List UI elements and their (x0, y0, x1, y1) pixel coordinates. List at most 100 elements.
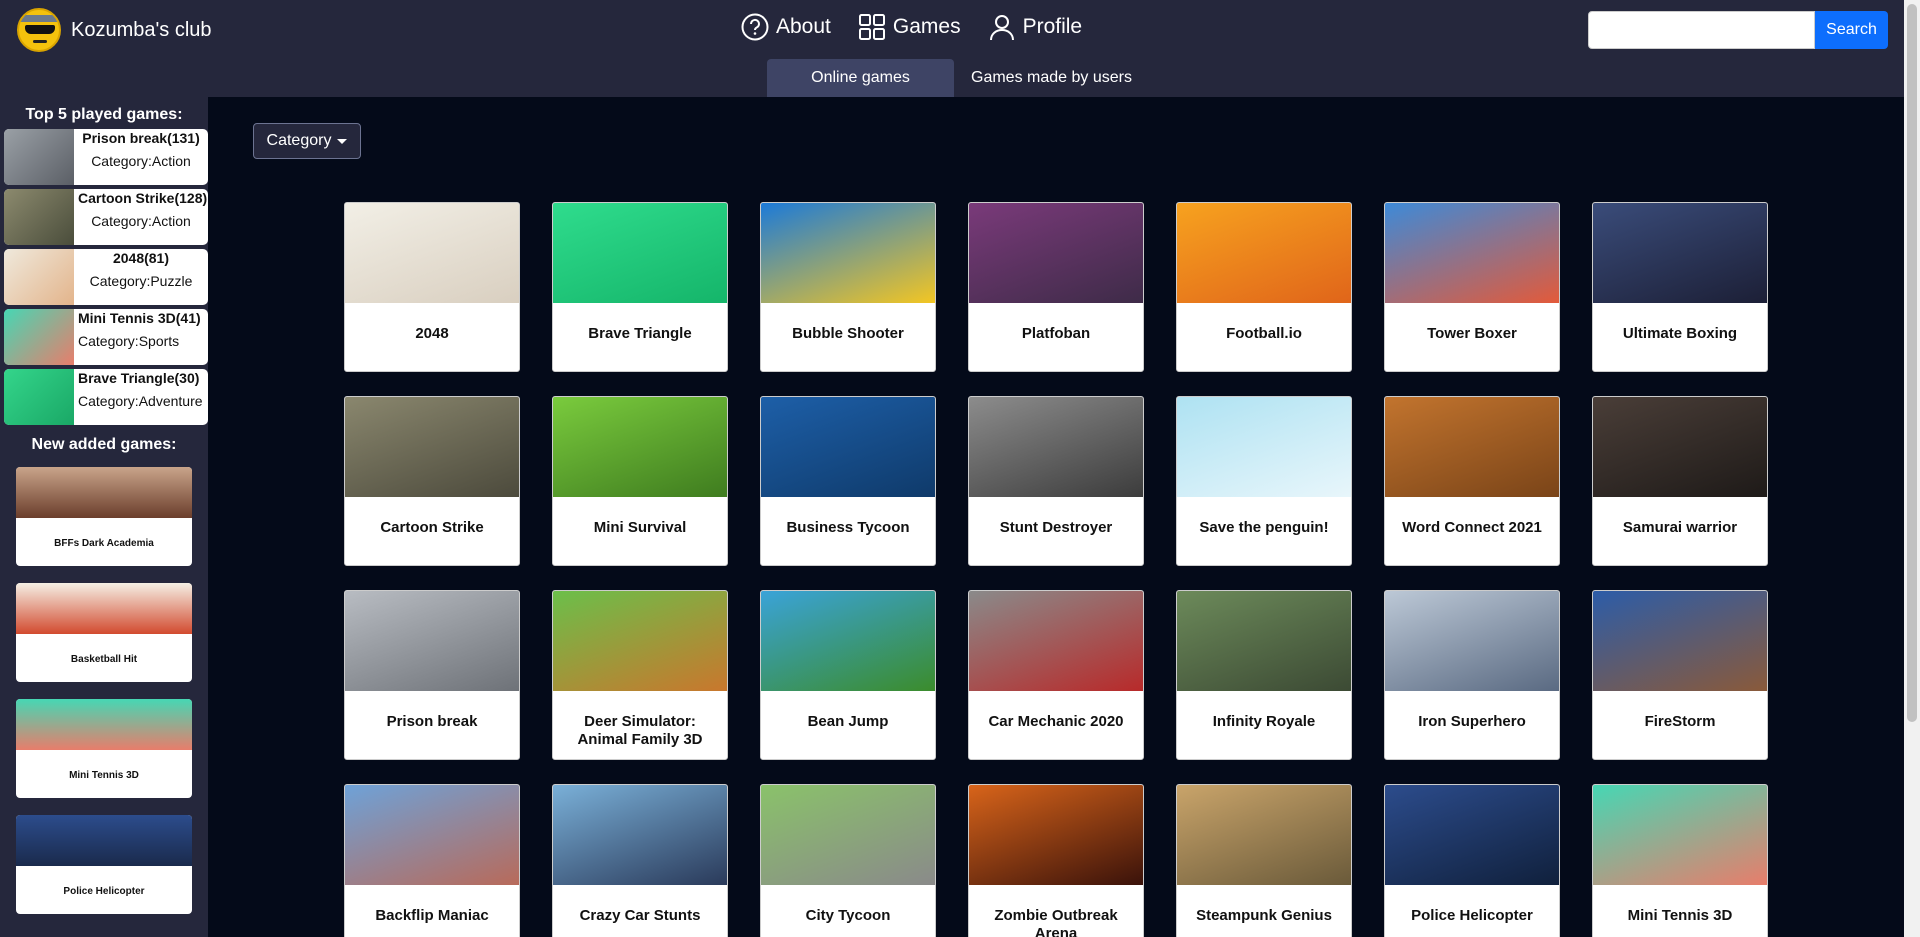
nav-about-label: About (776, 15, 831, 38)
game-title: City Tycoon (805, 907, 891, 924)
game-card[interactable]: Steampunk Genius (1176, 784, 1352, 937)
game-thumbnail (1177, 203, 1351, 303)
search-form: Search (1588, 11, 1888, 49)
top-game-thumbnail (4, 189, 74, 245)
game-card[interactable]: Police Helicopter (1384, 784, 1560, 937)
game-title: Tower Boxer (1427, 325, 1517, 342)
game-card[interactable]: Cartoon Strike (344, 396, 520, 566)
search-button[interactable]: Search (1815, 11, 1888, 49)
person-icon (989, 15, 1014, 41)
game-card[interactable]: Stunt Destroyer (968, 396, 1144, 566)
game-card[interactable]: Mini Survival (552, 396, 728, 566)
sidebar: Top 5 played games: Prison break(131) Cat… (0, 97, 208, 937)
game-card[interactable]: 2048 (344, 202, 520, 372)
game-title: Backflip Maniac (375, 907, 489, 924)
game-title: Platfoban (1021, 325, 1091, 342)
game-card[interactable]: Football.io (1176, 202, 1352, 372)
game-thumbnail (1593, 591, 1767, 691)
new-game-thumbnail (16, 467, 192, 518)
top-game-name: 2048(81) (112, 250, 170, 266)
game-card[interactable]: Tower Boxer (1384, 202, 1560, 372)
top-game-item[interactable]: Prison break(131) Category:Action (4, 129, 208, 185)
game-card[interactable]: Bubble Shooter (760, 202, 936, 372)
top-game-item[interactable]: Cartoon Strike(128) Category:Action (4, 189, 208, 245)
game-title: 2048 (415, 325, 449, 342)
game-title: Save the penguin! (1199, 519, 1329, 536)
game-card[interactable]: Mini Tennis 3D (1592, 784, 1768, 937)
game-card[interactable]: Zombie Outbreak Arena (968, 784, 1144, 937)
caret-down-icon (337, 138, 348, 144)
game-title: Car Mechanic 2020 (988, 713, 1124, 730)
new-games-list: BFFs Dark Academia Basketball Hit Mini Ten… (0, 467, 208, 914)
game-card[interactable]: Brave Triangle (552, 202, 728, 372)
top-game-name: Prison break(131) (82, 130, 200, 146)
top-game-category: Category:Sports (78, 333, 180, 349)
category-dropdown[interactable]: Category (253, 123, 361, 159)
top-navbar: Kozumba's club About Games Profile Searc… (0, 0, 1904, 97)
top-game-category: Category:Puzzle (89, 273, 193, 289)
game-title: Mini Tennis 3D (1627, 907, 1733, 924)
game-title: Zombie Outbreak Arena (994, 907, 1118, 937)
nav-games[interactable]: Games (857, 12, 961, 42)
top-game-item[interactable]: Brave Triangle(30) Category:Adventure (4, 369, 208, 425)
tab-user-games[interactable]: Games made by users (954, 59, 1149, 97)
new-game-item[interactable]: Basketball Hit (16, 583, 192, 682)
new-game-name: Police Helicopter (63, 886, 145, 897)
game-thumbnail (1177, 591, 1351, 691)
game-card[interactable]: Word Connect 2021 (1384, 396, 1560, 566)
game-thumbnail (1593, 785, 1767, 885)
game-card[interactable]: Save the penguin! (1176, 396, 1352, 566)
game-title: Word Connect 2021 (1402, 519, 1542, 536)
nav-profile[interactable]: Profile (987, 12, 1082, 42)
game-thumbnail (345, 203, 519, 303)
game-card[interactable]: Infinity Royale (1176, 590, 1352, 760)
top-game-name: Mini Tennis 3D(41) (78, 310, 201, 326)
new-game-item[interactable]: Mini Tennis 3D (16, 699, 192, 798)
new-game-item[interactable]: BFFs Dark Academia (16, 467, 192, 566)
new-game-thumbnail (16, 583, 192, 634)
game-thumbnail (1593, 203, 1767, 303)
game-title: Football.io (1226, 325, 1302, 342)
game-title: Bubble Shooter (792, 325, 904, 342)
brand-link[interactable]: Kozumba's club (17, 8, 212, 52)
search-input[interactable] (1588, 11, 1815, 49)
game-card[interactable]: Backflip Maniac (344, 784, 520, 937)
new-game-item[interactable]: Police Helicopter (16, 815, 192, 914)
game-card[interactable]: FireStorm (1592, 590, 1768, 760)
game-card[interactable]: Samurai warrior (1592, 396, 1768, 566)
game-card[interactable]: Deer Simulator: Animal Family 3D (552, 590, 728, 760)
game-card[interactable]: Bean Jump (760, 590, 936, 760)
game-thumbnail (1593, 397, 1767, 497)
top-game-category: Category:Action (91, 213, 191, 229)
game-card[interactable]: Crazy Car Stunts (552, 784, 728, 937)
tab-online-games[interactable]: Online games (767, 59, 954, 97)
game-card[interactable]: Car Mechanic 2020 (968, 590, 1144, 760)
game-title: Bean Jump (807, 713, 889, 730)
top-game-item[interactable]: Mini Tennis 3D(41) Category:Sports (4, 309, 208, 365)
nav-about[interactable]: About (740, 12, 831, 42)
game-thumbnail (553, 591, 727, 691)
game-tabs: Online games Games made by users (767, 59, 1149, 97)
new-game-thumbnail (16, 699, 192, 750)
game-card[interactable]: Iron Superhero (1384, 590, 1560, 760)
game-card[interactable]: City Tycoon (760, 784, 936, 937)
game-title: Business Tycoon (786, 519, 910, 536)
game-thumbnail (553, 397, 727, 497)
scrollbar-thumb[interactable] (1907, 4, 1917, 722)
game-card[interactable]: Platfoban (968, 202, 1144, 372)
new-game-name: Mini Tennis 3D (69, 770, 139, 781)
game-card[interactable]: Business Tycoon (760, 396, 936, 566)
game-title: Cartoon Strike (380, 519, 484, 536)
game-title: Mini Survival (593, 519, 687, 536)
top-game-thumbnail (4, 129, 74, 185)
game-card[interactable]: Ultimate Boxing (1592, 202, 1768, 372)
top-game-item[interactable]: 2048(81) Category:Puzzle (4, 249, 208, 305)
game-title: Samurai warrior (1622, 519, 1738, 536)
new-game-name: BFFs Dark Academia (54, 538, 154, 549)
page-scrollbar[interactable] (1904, 0, 1920, 937)
game-thumbnail (1385, 591, 1559, 691)
game-card[interactable]: Prison break (344, 590, 520, 760)
top-game-category: Category:Action (91, 153, 191, 169)
game-title: Brave Triangle (588, 325, 692, 342)
new-game-thumbnail (16, 815, 192, 866)
